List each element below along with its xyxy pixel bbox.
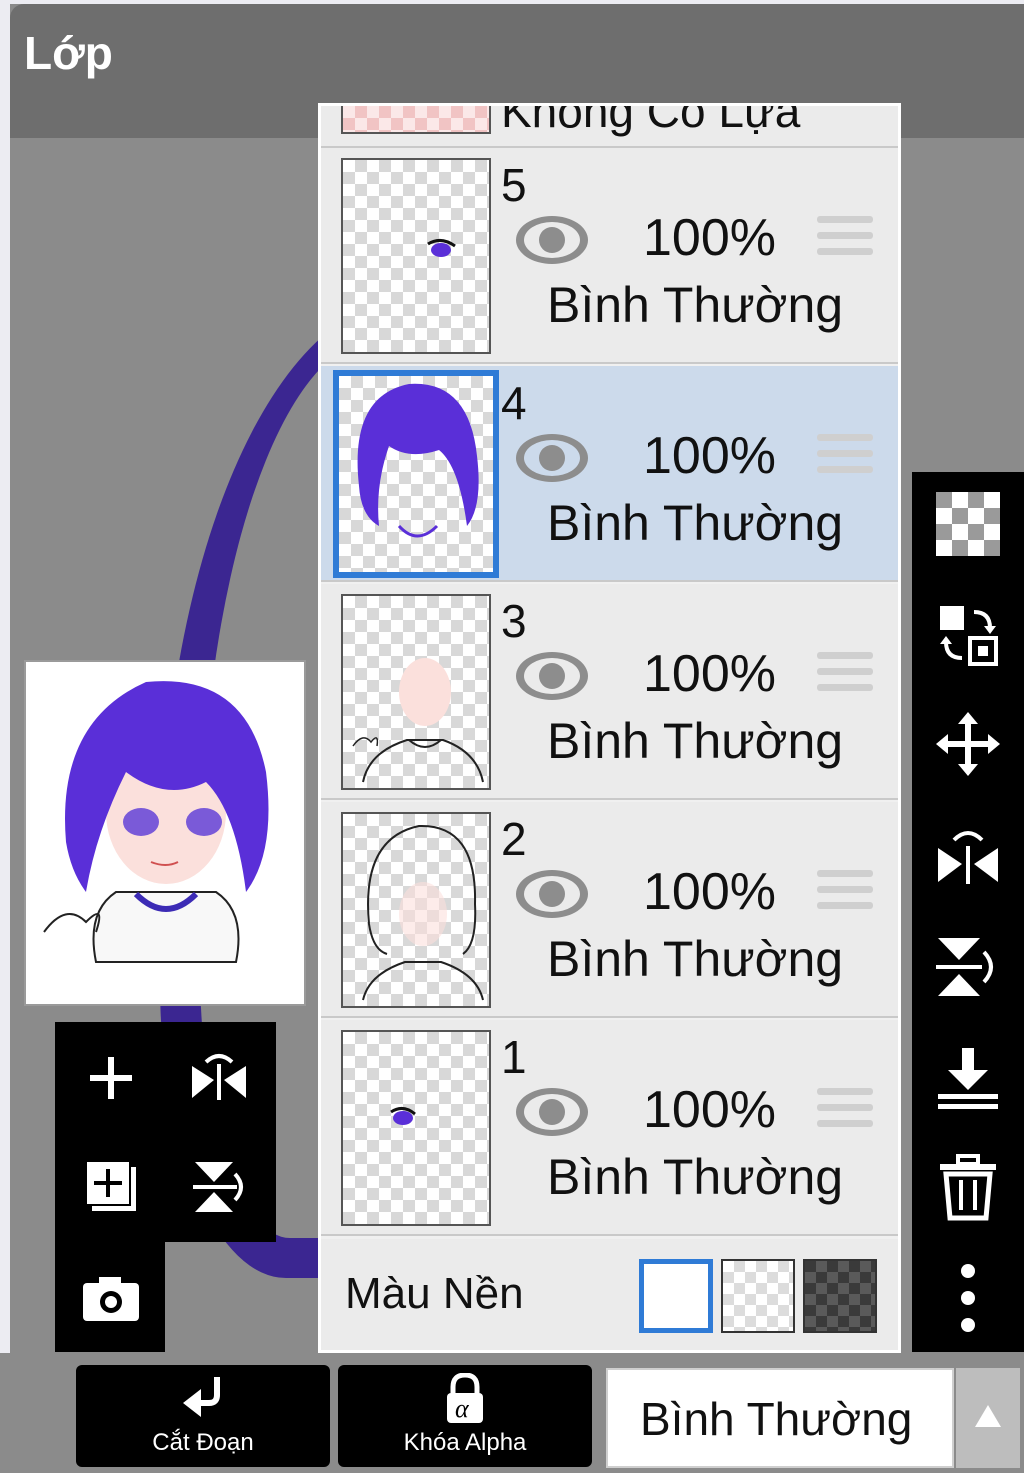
layer-artwork [357,383,479,538]
layer-thumbnail [333,370,499,578]
blend-mode-value: Bình Thường [640,1393,913,1445]
layer-row-selection[interactable]: Không Có Lựa Chọn [321,106,898,148]
layer-thumbnail [341,1030,491,1226]
eye-icon[interactable] [514,1084,590,1145]
layer-artwork [362,824,484,1001]
layer-blend-mode: Bình Thường [547,1149,844,1205]
layer-number: 5 [501,159,527,211]
merge-down-icon[interactable] [928,1038,1008,1118]
background-white-swatch[interactable] [639,1259,713,1333]
preview-artwork [43,681,269,963]
layer-thumbnail [341,812,491,1008]
layer-artwork [352,658,484,783]
left-toolbar [55,1022,276,1242]
eye-icon[interactable] [514,212,590,273]
plus-icon[interactable] [71,1038,151,1118]
layer-opacity: 100% [643,209,776,267]
background-color-label: Màu Nền [345,1269,524,1318]
triangle-up-icon [973,1403,1003,1434]
layers-panel: Không Có Lựa Chọn 5 100% Bình Thường 4 1… [318,103,901,1353]
more-icon[interactable] [928,1258,1008,1338]
layer-number: 1 [501,1031,527,1083]
flip-horizontal-icon[interactable] [179,1038,259,1118]
clip-button[interactable]: Cắt Đoạn [76,1365,330,1467]
checker-icon[interactable] [928,484,1008,564]
layer-row[interactable]: 3 100% Bình Thường [321,584,898,800]
flip-vertical-icon[interactable] [179,1146,259,1226]
eye-icon[interactable] [514,430,590,491]
left-toolbar-camera [55,1242,165,1352]
layer-opacity: 100% [643,863,776,921]
move-icon[interactable] [928,704,1008,784]
layer-row[interactable]: 2 100% Bình Thường [321,802,898,1018]
flip-horizontal-icon[interactable] [928,816,1008,896]
alpha-lock-label: Khóa Alpha [403,1429,527,1456]
selection-layer-label: Không Có Lựa Chọn [501,106,801,146]
layer-thumbnail [341,106,491,134]
drag-handle-icon[interactable] [817,434,873,482]
layer-number: 3 [501,595,527,647]
background-dark-swatch[interactable] [803,1259,877,1333]
layer-number: 4 [501,377,527,429]
layer-opacity: 100% [643,427,776,485]
clip-label: Cắt Đoạn [152,1429,254,1456]
clip-arrow-icon [181,1373,225,1428]
layer-opacity: 100% [643,645,776,703]
layer-opacity: 100% [643,1081,776,1139]
drag-handle-icon[interactable] [817,652,873,700]
layer-blend-mode: Bình Thường [547,931,844,987]
blend-mode-dropdown-button[interactable] [956,1368,1020,1468]
layer-number: 2 [501,813,527,865]
add-layer-icon[interactable] [71,1146,151,1226]
swap-icon[interactable] [928,594,1008,674]
eye-icon[interactable] [514,648,590,709]
background-transparent-swatch[interactable] [721,1259,795,1333]
layer-thumbnail [341,158,491,354]
camera-icon[interactable] [71,1258,151,1338]
layer-artwork [427,239,456,257]
svg-text:α: α [455,1394,470,1423]
drag-handle-icon[interactable] [817,216,873,264]
canvas-preview[interactable] [24,660,306,1006]
layer-blend-mode: Bình Thường [547,495,844,551]
right-toolbar [912,472,1024,1352]
layer-blend-mode: Bình Thường [547,277,844,333]
trash-icon[interactable] [928,1148,1008,1228]
blend-mode-select[interactable]: Bình Thường [606,1368,954,1468]
layer-artwork [390,1107,416,1125]
page-title: Lớp [24,27,113,79]
layer-row[interactable]: 4 100% Bình Thường [321,366,898,582]
window-frame-left [0,0,10,1473]
layer-row[interactable]: 5 100% Bình Thường [321,148,898,364]
flip-vertical-icon[interactable] [928,926,1008,1006]
drag-handle-icon[interactable] [817,1088,873,1136]
alpha-lock-button[interactable]: α Khóa Alpha [338,1365,592,1467]
layer-row[interactable]: 1 100% Bình Thường [321,1020,898,1236]
drag-handle-icon[interactable] [817,870,873,918]
background-color-row: Màu Nền [321,1239,898,1350]
layer-blend-mode: Bình Thường [547,713,844,769]
lock-icon: α [443,1372,487,1430]
layer-thumbnail [341,594,491,790]
eye-icon[interactable] [514,866,590,927]
